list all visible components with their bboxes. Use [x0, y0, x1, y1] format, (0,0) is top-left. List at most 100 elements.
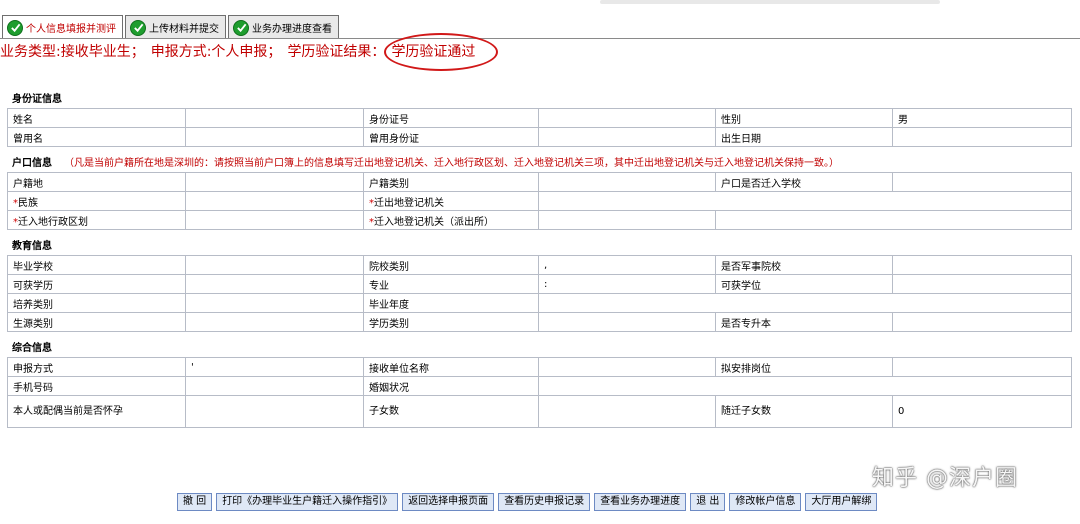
in-district-field [185, 210, 364, 230]
table-row: 姓名 身份证号 性别 男 [7, 108, 1072, 128]
ethnicity-field [185, 191, 364, 211]
field-label: 院校类别 [363, 255, 539, 275]
tab-divider [0, 38, 1080, 39]
edu-type-field [538, 312, 716, 332]
table-row: 本人或配偶当前是否怀孕 子女数 随迁子女数 0 [7, 395, 1072, 428]
hukou-title: 户口信息 [12, 158, 52, 169]
military-school-field [892, 255, 1072, 275]
table-row: 培养类别 毕业年度 [7, 293, 1072, 313]
verify-result-label: 学历验证结果： [287, 44, 386, 60]
highlight-circle [384, 33, 498, 71]
field-label: 专业 [363, 274, 539, 294]
field-label: 身份证号 [363, 108, 539, 128]
field-label: 可获学历 [7, 274, 186, 294]
misc-table: 申报方式 ' 接收单位名称 拟安排岗位 手机号码 婚姻状况 本人或配偶当前是否怀… [7, 357, 1072, 428]
tab-label: 个人信息填报并测评 [26, 24, 116, 35]
in-authority-field [538, 210, 716, 230]
progress-button[interactable]: 查看业务办理进度 [594, 493, 687, 511]
field-label: 接收单位名称 [363, 357, 539, 377]
business-type: 业务类型:接收毕业生； [0, 44, 145, 60]
out-authority-field [538, 191, 1072, 211]
table-row: 毕业学校 院校类别 , 是否军事院校 [7, 255, 1072, 275]
hukou-note: （凡是当前户籍所在地是深圳的：请按照当前户口簿上的信息填写迁出地登记机关、迁入地… [64, 158, 839, 169]
field-label: 毕业年度 [363, 293, 539, 313]
field-label: 毕业学校 [7, 255, 186, 275]
in-authority-extra [715, 210, 1072, 230]
degree-level-field [185, 274, 364, 294]
field-label: 学历类别 [363, 312, 539, 332]
apply-method-field: ' [185, 357, 364, 377]
section-title-misc: 综合信息 [12, 343, 52, 354]
birth-date-field [892, 127, 1072, 147]
employer-field [538, 357, 716, 377]
edit-account-button[interactable]: 修改帐户信息 [729, 493, 802, 511]
id-table: 姓名 身份证号 性别 男 曾用名 曾用身份证 出生日期 [7, 108, 1072, 147]
field-label: 培养类别 [7, 293, 186, 313]
field-label: *民族 [7, 191, 186, 211]
field-label: 曾用身份证 [363, 127, 539, 147]
field-label: 户籍地 [7, 172, 186, 192]
table-row: 户籍地 户籍类别 户口是否迁入学校 [7, 172, 1072, 192]
tab-label: 业务办理进度查看 [252, 24, 332, 35]
print-guide-button[interactable]: 打印《办理毕业生户籍迁入操作指引》 [216, 493, 399, 511]
back-to-select-button[interactable]: 返回选择申报页面 [402, 493, 495, 511]
table-row: *迁入地行政区划 *迁入地登记机关（派出所） [7, 210, 1072, 230]
history-button[interactable]: 查看历史申报记录 [498, 493, 591, 511]
watermark: 知乎 @深户圈 [872, 466, 1018, 491]
position-field [892, 357, 1072, 377]
withdraw-button[interactable]: 撤 回 [177, 493, 213, 511]
field-label: 子女数 [363, 395, 539, 428]
gender-field: 男 [892, 108, 1072, 128]
table-row: 曾用名 曾用身份证 出生日期 [7, 127, 1072, 147]
source-type-field [185, 312, 364, 332]
ethnicity-label: 民族 [18, 197, 38, 209]
name-field [185, 108, 364, 128]
table-row: *民族 *迁出地登记机关 [7, 191, 1072, 211]
school-type-field: , [538, 255, 716, 275]
field-label: 姓名 [7, 108, 186, 128]
field-label: 曾用名 [7, 127, 186, 147]
major-field: : [538, 274, 716, 294]
check-icon [7, 19, 23, 36]
logout-button[interactable]: 退 出 [690, 493, 726, 511]
field-label: 本人或配偶当前是否怀孕 [7, 395, 186, 428]
accompany-children-field: 0 [892, 395, 1072, 428]
tab-label: 上传材料并提交 [149, 24, 219, 35]
section-title-hukou: 户口信息 （凡是当前户籍所在地是深圳的：请按照当前户口簿上的信息填写迁出地登记机关… [7, 156, 1071, 172]
check-icon [130, 19, 146, 36]
table-row: 申报方式 ' 接收单位名称 拟安排岗位 [7, 357, 1072, 377]
school-field [185, 255, 364, 275]
out-authority-label: 迁出地登记机关 [374, 197, 444, 209]
unbind-user-button[interactable]: 大厅用户解绑 [805, 493, 878, 511]
tab-upload-materials[interactable]: 上传材料并提交 [125, 15, 226, 39]
application-method: 申报方式:个人申报； [150, 44, 282, 60]
section-title-id: 身份证信息 [12, 94, 62, 105]
field-label: 生源类别 [7, 312, 186, 332]
field-label: *迁出地登记机关 [363, 191, 539, 211]
training-type-field [185, 293, 364, 313]
in-district-label: 迁入地行政区划 [18, 216, 88, 228]
field-label: 可获学位 [715, 274, 893, 294]
table-row: 生源类别 学历类别 是否专升本 [7, 312, 1072, 332]
tab-progress[interactable]: 业务办理进度查看 [228, 15, 339, 39]
edu-table: 毕业学校 院校类别 , 是否军事院校 可获学历 专业 : 可获学位 培养类别 毕… [7, 255, 1072, 332]
section-title-edu: 教育信息 [12, 241, 52, 252]
marital-field [538, 376, 1072, 396]
former-id-field [538, 127, 716, 147]
check-icon [233, 19, 249, 36]
horizontal-scrollbar[interactable] [600, 0, 940, 4]
field-label: 手机号码 [7, 376, 186, 396]
in-authority-label: 迁入地登记机关（派出所） [374, 216, 494, 228]
field-label: 拟安排岗位 [715, 357, 893, 377]
field-label: 是否专升本 [715, 312, 893, 332]
academic-degree-field [892, 274, 1072, 294]
info-form: 身份证信息 姓名 身份证号 性别 男 曾用名 曾用身份证 出生日期 户口信息 （凡… [7, 92, 1072, 428]
top-strip [0, 0, 1080, 14]
field-label: 婚姻状况 [363, 376, 539, 396]
field-label: 户籍类别 [363, 172, 539, 192]
tab-bar: 个人信息填报并测评 上传材料并提交 业务办理进度查看 [2, 15, 341, 39]
tab-personal-info[interactable]: 个人信息填报并测评 [2, 15, 123, 39]
action-bar: 撤 回 打印《办理毕业生户籍迁入操作指引》 返回选择申报页面 查看历史申报记录 … [177, 493, 881, 511]
field-label: 是否军事院校 [715, 255, 893, 275]
id-number-field [538, 108, 716, 128]
